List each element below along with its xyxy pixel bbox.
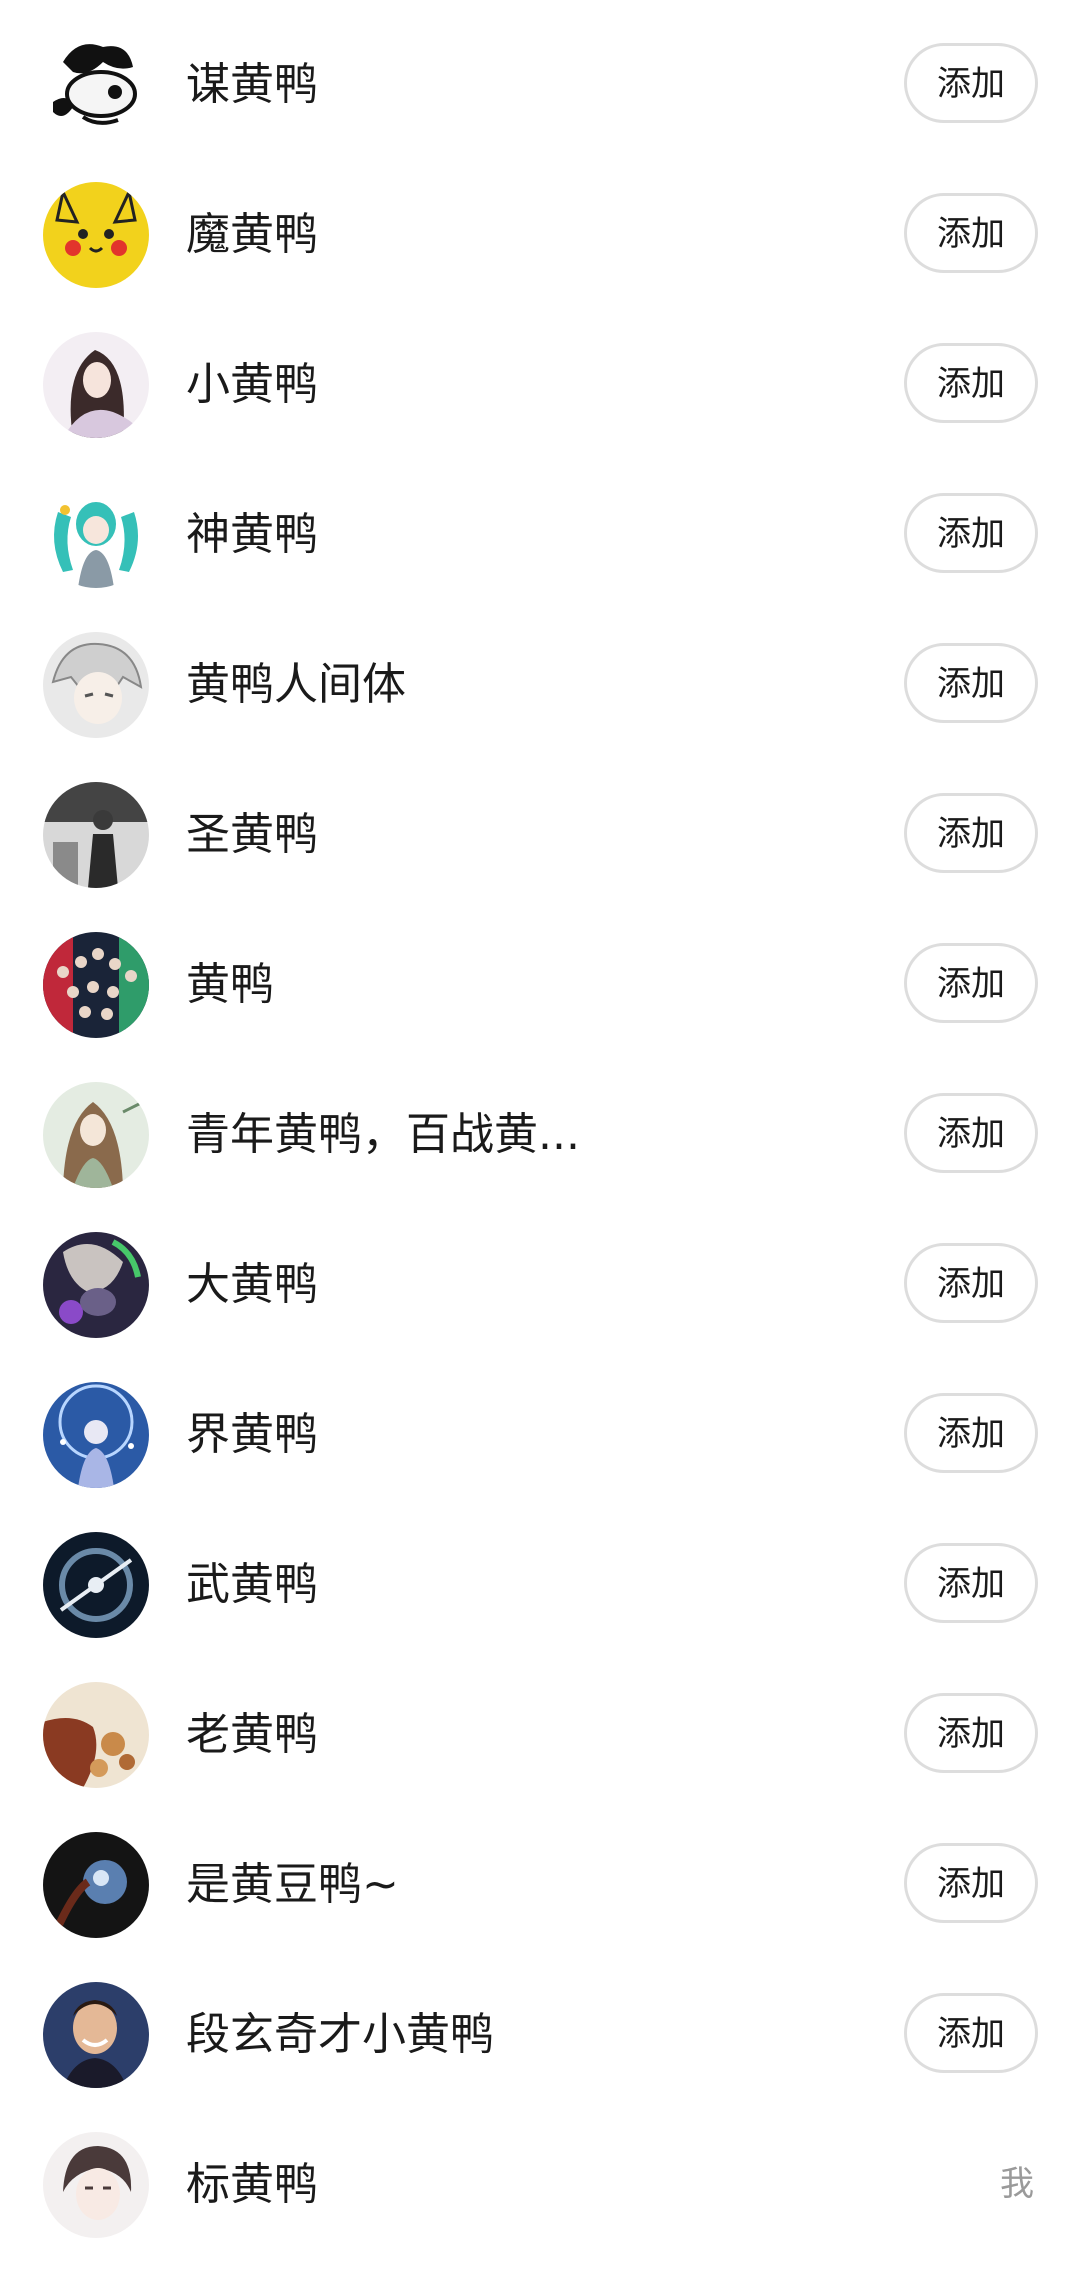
contact-name: 魔黄鸭 [186,209,318,260]
add-friend-button[interactable]: 添加 [904,1843,1038,1923]
add-friend-button[interactable]: 添加 [904,1243,1038,1323]
list-item[interactable]: 青年黄鸭，百战黄... 添加 [0,1059,1080,1209]
list-item[interactable]: 圣黄鸭 添加 [0,759,1080,909]
contact-name: 界黄鸭 [186,1409,318,1460]
list-item[interactable]: 界黄鸭 添加 [0,1359,1080,1509]
avatar[interactable] [43,632,149,738]
avatar[interactable] [43,482,149,588]
avatar[interactable] [43,1532,149,1638]
list-item[interactable]: 魔黄鸭 添加 [0,159,1080,309]
contact-name: 老黄鸭 [186,1709,318,1760]
contact-name: 大黄鸭 [186,1259,318,1310]
avatar[interactable] [43,1832,149,1938]
avatar[interactable] [43,1682,149,1788]
contact-name: 圣黄鸭 [186,809,318,860]
avatar[interactable] [43,1232,149,1338]
list-item[interactable]: 大黄鸭 添加 [0,1209,1080,1359]
contact-name: 武黄鸭 [186,1559,318,1610]
list-item[interactable]: 老黄鸭 添加 [0,1659,1080,1809]
contact-name: 黄鸭 [186,959,274,1010]
contact-name: 小黄鸭 [186,359,318,410]
list-item[interactable]: 段玄奇才小黄鸭 添加 [0,1959,1080,2109]
add-friend-button[interactable]: 添加 [904,943,1038,1023]
friend-suggestion-list: 谋黄鸭 添加 魔黄鸭 添加 小黄鸭 添加 神黄鸭 添加 黄鸭人间体 添加 圣黄鸭 [0,0,1080,2286]
list-item[interactable]: 黄鸭 添加 [0,909,1080,1059]
add-friend-button[interactable]: 添加 [904,493,1038,573]
avatar[interactable] [43,32,149,138]
add-friend-button[interactable]: 添加 [904,43,1038,123]
list-item[interactable]: 小黄鸭 添加 [0,309,1080,459]
list-item[interactable]: 神黄鸭 添加 [0,459,1080,609]
add-friend-button[interactable]: 添加 [904,193,1038,273]
contact-name: 黄鸭人间体 [186,659,406,710]
avatar[interactable] [43,1982,149,2088]
list-item-self[interactable]: 标黄鸭 我 [0,2109,1080,2259]
add-friend-button[interactable]: 添加 [904,1543,1038,1623]
contact-name: 标黄鸭 [186,2159,318,2210]
add-friend-button[interactable]: 添加 [904,343,1038,423]
list-item[interactable]: 是黄豆鸭~ 添加 [0,1809,1080,1959]
add-friend-button[interactable]: 添加 [904,1693,1038,1773]
avatar[interactable] [43,2132,149,2238]
avatar[interactable] [43,182,149,288]
avatar[interactable] [43,1382,149,1488]
contact-name: 神黄鸭 [186,509,318,560]
avatar[interactable] [43,932,149,1038]
list-item[interactable]: 黄鸭人间体 添加 [0,609,1080,759]
avatar[interactable] [43,1082,149,1188]
self-indicator: 我 [1000,2164,1034,2204]
contact-name: 青年黄鸭，百战黄... [186,1109,580,1160]
avatar[interactable] [43,782,149,888]
add-friend-button[interactable]: 添加 [904,1093,1038,1173]
add-friend-button[interactable]: 添加 [904,1393,1038,1473]
list-item[interactable]: 武黄鸭 添加 [0,1509,1080,1659]
contact-name: 段玄奇才小黄鸭 [186,2009,494,2060]
add-friend-button[interactable]: 添加 [904,643,1038,723]
avatar[interactable] [43,332,149,438]
add-friend-button[interactable]: 添加 [904,1993,1038,2073]
contact-name: 谋黄鸭 [186,59,318,110]
list-item[interactable]: 谋黄鸭 添加 [0,9,1080,159]
add-friend-button[interactable]: 添加 [904,793,1038,873]
contact-name: 是黄豆鸭~ [186,1859,399,1910]
